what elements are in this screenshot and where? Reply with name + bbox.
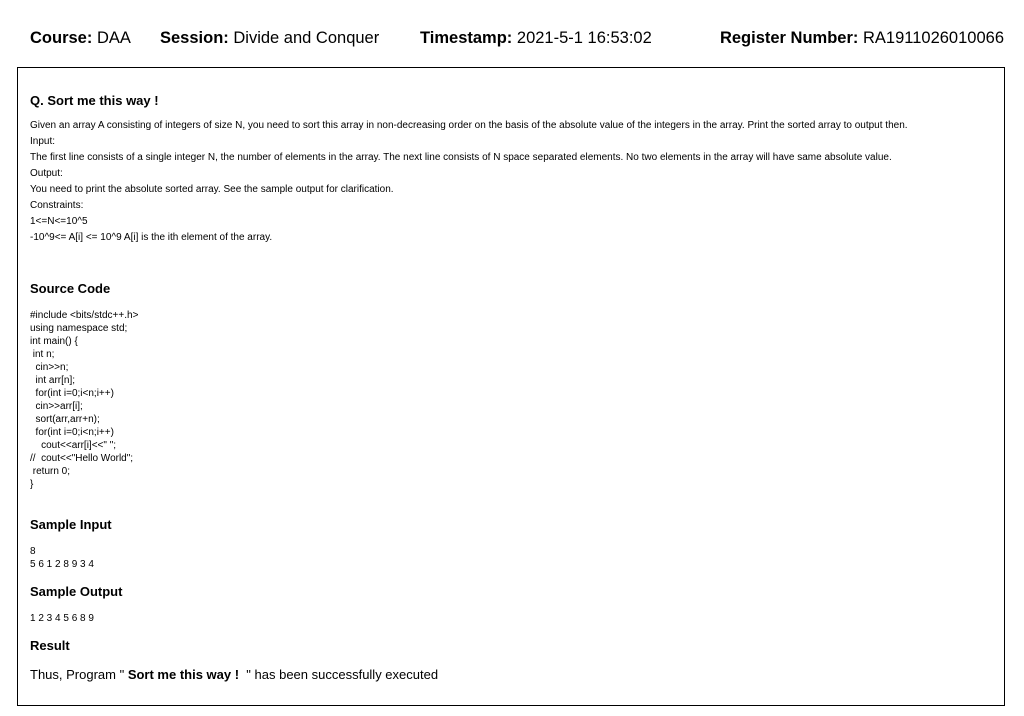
question-line: -10^9<= A[i] <= 10^9 A[i] is the ith ele… [30, 232, 273, 243]
register-field: Register Number: RA1911026010066 [720, 27, 1004, 49]
code-line: #include <bits/stdc++.h> [30, 310, 139, 321]
course-label: Course: [30, 29, 93, 47]
register-label: Register Number: [719, 29, 859, 47]
question-line: The first line consists of a single inte… [30, 152, 892, 163]
report-header: Course: DAA Session: Divide and Conquer … [30, 27, 1004, 49]
result-suffix: " has been successfully executed [239, 667, 439, 682]
code-line: cin>>n; [30, 362, 69, 373]
code-line: cout<<arr[i]<<" "; [30, 440, 117, 451]
code-line: for(int i=0;i<n;i++) [30, 388, 114, 399]
code-line: cin>>arr[i]; [30, 401, 83, 412]
question-line: Constraints: [30, 200, 84, 211]
source-code-title: Source Code [30, 281, 111, 296]
question-line: Given an array A consisting of integers … [30, 120, 908, 131]
question-line: You need to print the absolute sorted ar… [30, 184, 394, 195]
timestamp-value: 2021-5-1 16:53:02 [516, 29, 652, 47]
result-prefix: Thus, Program " [30, 667, 128, 682]
timestamp-field: Timestamp: 2021-5-1 16:53:02 [420, 27, 652, 49]
session-value: Divide and Conquer [233, 29, 380, 47]
code-line: int main() { [30, 336, 78, 347]
register-value: RA1911026010066 [863, 29, 1004, 47]
question-line: 1<=N<=10^5 [30, 216, 88, 227]
result-title: Result [30, 638, 70, 653]
question-title: Q. Sort me this way ! [30, 93, 159, 108]
sample-input-line: 5 6 1 2 8 9 3 4 [30, 559, 94, 570]
code-line: using namespace std; [30, 323, 128, 334]
result-statement: Thus, Program " Sort me this way ! " has… [30, 667, 438, 683]
code-line: // cout<<"Hello World"; [30, 453, 134, 464]
code-line: int arr[n]; [30, 375, 76, 386]
course-field: Course: DAA [30, 27, 131, 49]
session-label: Session: [160, 29, 229, 47]
code-line: return 0; [30, 466, 71, 477]
session-field: Session: Divide and Conquer [160, 27, 379, 49]
code-line: int n; [30, 349, 55, 360]
sample-input-title: Sample Input [30, 517, 112, 532]
sample-output-title: Sample Output [30, 584, 123, 599]
code-line: for(int i=0;i<n;i++) [30, 427, 114, 438]
course-value: DAA [96, 29, 131, 47]
timestamp-label: Timestamp: [420, 29, 513, 47]
code-line: } [30, 479, 34, 490]
result-program-name: Sort me this way ! [127, 667, 240, 682]
sample-output-line: 1 2 3 4 5 6 8 9 [30, 613, 94, 624]
code-line: sort(arr,arr+n); [30, 414, 100, 425]
sample-input-line: 8 [30, 546, 36, 557]
question-line: Input: [30, 136, 56, 147]
question-line: Output: [30, 168, 63, 179]
